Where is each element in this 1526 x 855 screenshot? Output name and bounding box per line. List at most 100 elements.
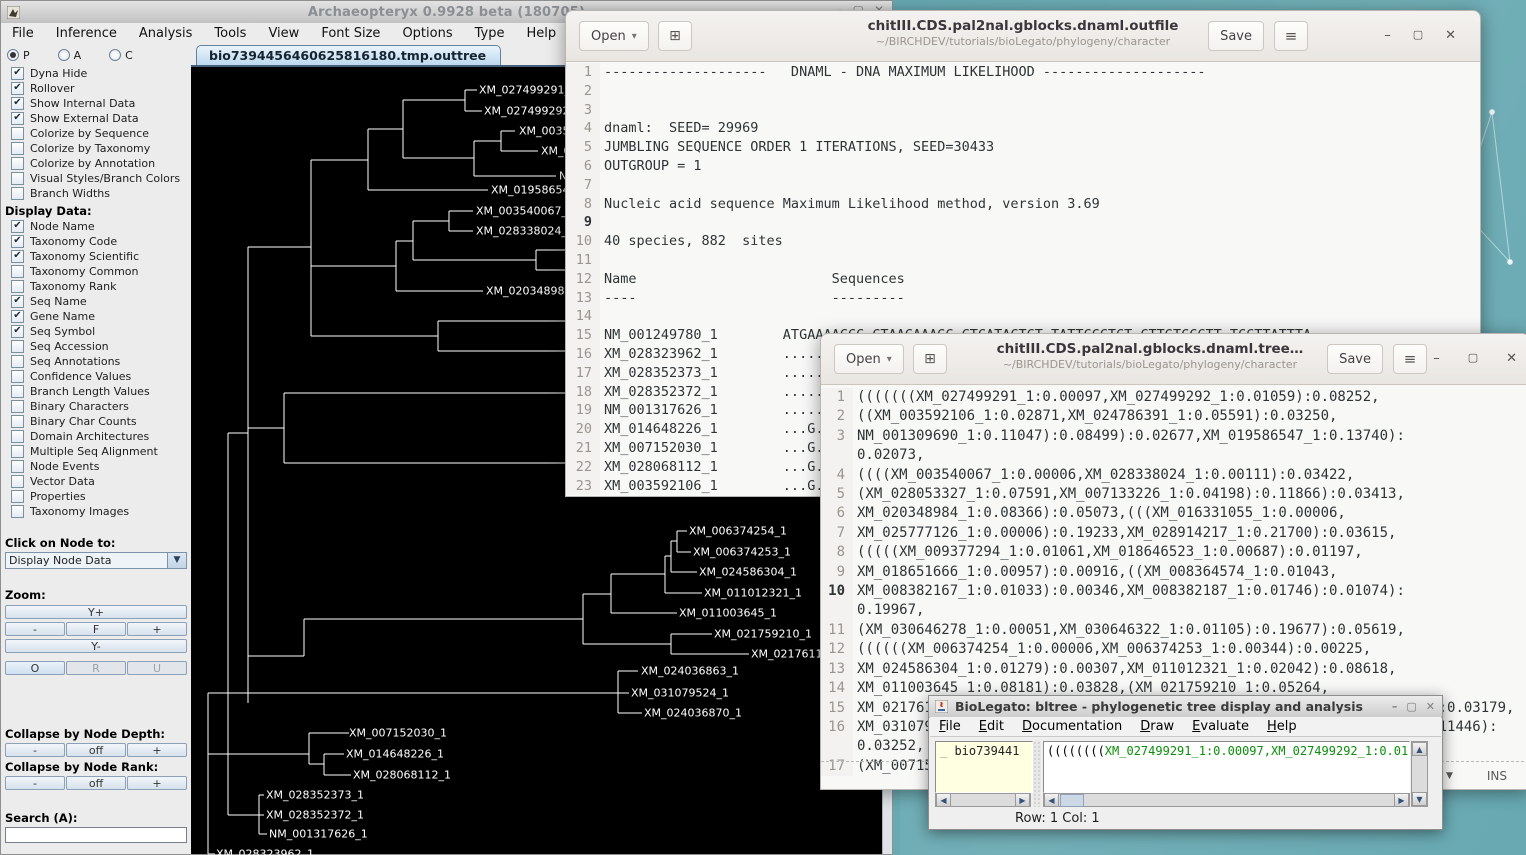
option-seq-name[interactable]: ✔Seq Name bbox=[1, 294, 191, 309]
scroll-right-icon[interactable]: ▶ bbox=[1015, 793, 1030, 807]
menu-options[interactable]: Options bbox=[391, 24, 463, 43]
minimize-icon[interactable]: – bbox=[1392, 700, 1398, 713]
option-branch-length-values[interactable]: Branch Length Values bbox=[1, 384, 191, 399]
option-taxonomy-rank[interactable]: Taxonomy Rank bbox=[1, 279, 191, 294]
bl-menu-help[interactable]: Help bbox=[1258, 718, 1306, 735]
menu-help[interactable]: Help bbox=[515, 24, 567, 43]
collapse-depth-plus-button[interactable]: + bbox=[127, 743, 187, 757]
tip-label[interactable]: XM_021759210_1 bbox=[714, 628, 812, 641]
zoom-y-minus-button[interactable]: Y- bbox=[5, 639, 187, 653]
tip-label[interactable]: XM_003540067_1 bbox=[476, 205, 574, 218]
save-button[interactable]: Save bbox=[1208, 21, 1264, 51]
maximize-icon[interactable]: ▢ bbox=[1406, 700, 1416, 713]
new-tab-button[interactable]: ⊞ bbox=[913, 344, 947, 374]
scroll-up-icon[interactable]: ▲ bbox=[1412, 742, 1427, 756]
option-dyna-hide[interactable]: ✔Dyna Hide bbox=[1, 66, 191, 81]
minimize-icon[interactable]: – bbox=[1384, 28, 1391, 43]
option-branch-widths[interactable]: Branch Widths bbox=[1, 186, 191, 201]
tree-u-button[interactable]: U bbox=[127, 661, 187, 675]
collapse-rank-minus-button[interactable]: - bbox=[5, 776, 65, 790]
option-node-events[interactable]: Node Events bbox=[1, 459, 191, 474]
zoom-in-button[interactable]: + bbox=[127, 622, 187, 636]
newick-text-panel[interactable]: ((((((((XM_027499291_1:0.00097,XM_027499… bbox=[1043, 741, 1410, 793]
close-icon[interactable]: ✕ bbox=[1506, 351, 1517, 366]
open-button[interactable]: Open ▾ bbox=[579, 21, 649, 51]
text-hscrollbar[interactable]: ◀ ▶ bbox=[1043, 793, 1410, 807]
node-action-dropdown[interactable]: Display Node Data▼ bbox=[5, 552, 187, 569]
tip-label[interactable]: XM_031079524_1 bbox=[631, 687, 729, 700]
tip-label[interactable]: XM_027499291_1 bbox=[479, 84, 577, 97]
tree-list-item[interactable]: bio739441 bbox=[954, 744, 1019, 758]
insert-mode-indicator[interactable]: INS bbox=[1487, 769, 1507, 783]
zoom-y-plus-button[interactable]: Y+ bbox=[5, 605, 187, 619]
scrollbar-thumb[interactable] bbox=[1060, 794, 1084, 807]
menu-button[interactable]: ≡ bbox=[1274, 21, 1308, 51]
option-taxonomy-scientific[interactable]: ✔Taxonomy Scientific bbox=[1, 249, 191, 264]
option-vector-data[interactable]: Vector Data bbox=[1, 474, 191, 489]
maximize-icon[interactable]: ▢ bbox=[1468, 351, 1478, 366]
option-colorize-by-sequence[interactable]: Colorize by Sequence bbox=[1, 126, 191, 141]
tip-label[interactable]: XM_006374254_1 bbox=[689, 525, 787, 538]
menu-font-size[interactable]: Font Size bbox=[310, 24, 391, 43]
zoom-fit-button[interactable]: F bbox=[66, 622, 126, 636]
tip-label[interactable]: XM_024036863_1 bbox=[641, 665, 739, 678]
option-confidence-values[interactable]: Confidence Values bbox=[1, 369, 191, 384]
tip-label[interactable]: XM_028352373_1 bbox=[266, 789, 364, 802]
collapse-rank-off-button[interactable]: off bbox=[66, 776, 126, 790]
option-show-internal-data[interactable]: ✔Show Internal Data bbox=[1, 96, 191, 111]
zoom-out-button[interactable]: - bbox=[5, 622, 65, 636]
option-taxonomy-common[interactable]: Taxonomy Common bbox=[1, 264, 191, 279]
tip-label[interactable]: XM_024586304_1 bbox=[699, 566, 797, 579]
scroll-down-icon[interactable]: ▼ bbox=[1412, 792, 1427, 806]
menu-analysis[interactable]: Analysis bbox=[128, 24, 204, 43]
tip-label[interactable]: XM_006374253_1 bbox=[693, 546, 791, 559]
vertical-scrollbar[interactable]: ▲ ▼ bbox=[1411, 741, 1428, 807]
close-icon[interactable]: ✕ bbox=[1445, 28, 1456, 43]
option-seq-accession[interactable]: Seq Accession bbox=[1, 339, 191, 354]
scroll-left-icon[interactable]: ◀ bbox=[1044, 793, 1059, 807]
option-node-name[interactable]: ✔Node Name bbox=[1, 219, 191, 234]
bl-menu-evaluate[interactable]: Evaluate bbox=[1183, 718, 1258, 735]
menu-inference[interactable]: Inference bbox=[45, 24, 128, 43]
biolegato-titlebar[interactable]: BioLegato: bltree - phylogenetic tree di… bbox=[929, 696, 1442, 718]
option-domain-architectures[interactable]: Domain Architectures bbox=[1, 429, 191, 444]
tip-label[interactable]: XM_024036870_1 bbox=[644, 707, 742, 720]
new-tab-button[interactable]: ⊞ bbox=[658, 21, 692, 51]
option-taxonomy-code[interactable]: ✔Taxonomy Code bbox=[1, 234, 191, 249]
tree-o-button[interactable]: O bbox=[5, 661, 65, 675]
tip-label[interactable]: XM_011012321_1 bbox=[704, 587, 802, 600]
tree-tab[interactable]: bio7394456460625816180.tmp.outtree bbox=[196, 45, 501, 65]
save-button[interactable]: Save bbox=[1327, 344, 1383, 374]
option-multiple-seq-alignment[interactable]: Multiple Seq Alignment bbox=[1, 444, 191, 459]
bl-menu-file[interactable]: File bbox=[930, 718, 970, 735]
option-taxonomy-images[interactable]: Taxonomy Images bbox=[1, 504, 191, 519]
tip-label[interactable]: XM_028352372_1 bbox=[266, 809, 364, 822]
list-hscrollbar[interactable]: ◀ ▶ bbox=[935, 793, 1031, 807]
tip-label[interactable]: XM_011003645_1 bbox=[679, 607, 777, 620]
collapse-depth-off-button[interactable]: off bbox=[66, 743, 126, 757]
option-seq-annotations[interactable]: Seq Annotations bbox=[1, 354, 191, 369]
menu-file[interactable]: File bbox=[1, 24, 45, 43]
bl-menu-draw[interactable]: Draw bbox=[1131, 718, 1183, 735]
menu-tools[interactable]: Tools bbox=[203, 24, 257, 43]
radio-P[interactable] bbox=[7, 49, 19, 61]
gedit-treefile-headerbar[interactable]: Open ▾ ⊞ chitIII.CDS.pal2nal.gblocks.dna… bbox=[821, 334, 1526, 385]
open-button[interactable]: Open ▾ bbox=[834, 344, 904, 374]
search-a-input[interactable] bbox=[5, 827, 187, 843]
close-icon[interactable]: ✕ bbox=[1426, 700, 1435, 713]
option-colorize-by-annotation[interactable]: Colorize by Annotation bbox=[1, 156, 191, 171]
option-seq-symbol[interactable]: ✔Seq Symbol bbox=[1, 324, 191, 339]
tree-r-button[interactable]: R bbox=[66, 661, 126, 675]
tip-label[interactable]: XM_028068112_1 bbox=[353, 769, 451, 782]
scroll-right-icon[interactable]: ▶ bbox=[1394, 793, 1409, 807]
tip-label[interactable]: XM_028323962_1 bbox=[216, 848, 314, 855]
tip-label[interactable]: XM_014648226_1 bbox=[346, 748, 444, 761]
bl-menu-documentation[interactable]: Documentation bbox=[1013, 718, 1131, 735]
option-binary-char-counts[interactable]: Binary Char Counts bbox=[1, 414, 191, 429]
menu-button[interactable]: ≡ bbox=[1393, 344, 1427, 374]
bl-menu-edit[interactable]: Edit bbox=[970, 718, 1013, 735]
maximize-icon[interactable]: ▢ bbox=[1413, 28, 1423, 43]
option-binary-characters[interactable]: Binary Characters bbox=[1, 399, 191, 414]
radio-C[interactable] bbox=[109, 49, 121, 61]
scroll-left-icon[interactable]: ◀ bbox=[936, 793, 951, 807]
